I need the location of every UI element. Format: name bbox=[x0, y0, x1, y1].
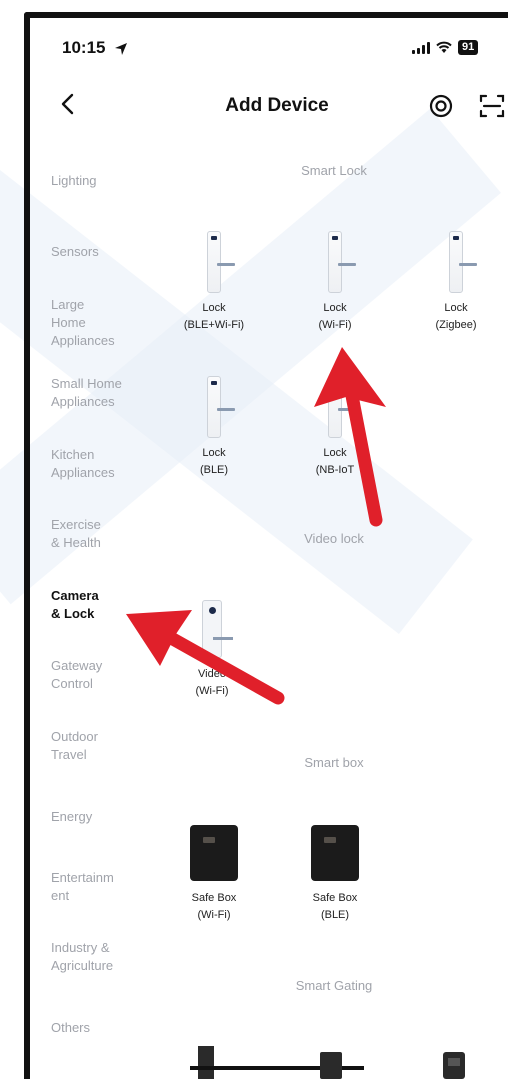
smart-lock-image bbox=[207, 376, 235, 438]
category-industry-agriculture[interactable]: Industry & Agriculture bbox=[51, 939, 113, 975]
section-title-smart-lock: Smart Lock bbox=[301, 163, 367, 178]
phone-frame-edge bbox=[24, 12, 30, 1079]
battery-indicator: 91 bbox=[458, 40, 479, 55]
device-label: Safe Box (BLE) bbox=[312, 892, 358, 921]
section-title-smart-box: Smart box bbox=[304, 755, 364, 770]
device-safe-box-ble[interactable]: Safe Box (BLE) bbox=[290, 825, 380, 924]
status-indicators: 91 bbox=[412, 40, 479, 55]
wifi-icon bbox=[436, 41, 452, 53]
phone-frame-edge bbox=[24, 12, 508, 18]
category-entertainment[interactable]: Entertainm ent bbox=[51, 869, 114, 905]
device-lock-ble[interactable]: Lock (BLE) bbox=[169, 376, 259, 479]
auto-scan-icon[interactable] bbox=[428, 93, 454, 119]
device-label: Lock (BLE+Wi-Fi) bbox=[183, 302, 245, 331]
category-others[interactable]: Others bbox=[51, 1019, 90, 1037]
category-outdoor-travel[interactable]: Outdoor Travel bbox=[51, 728, 98, 764]
gate-device-image[interactable] bbox=[186, 1044, 246, 1079]
location-arrow-icon bbox=[115, 43, 127, 55]
category-gateway-control[interactable]: Gateway Control bbox=[51, 657, 102, 693]
device-label: Lock (BLE) bbox=[199, 447, 229, 476]
category-energy[interactable]: Energy bbox=[51, 808, 92, 826]
safe-box-image bbox=[311, 825, 359, 881]
category-exercise-health[interactable]: Exercise & Health bbox=[51, 516, 101, 552]
annotation-arrow bbox=[126, 610, 285, 705]
annotation-arrow bbox=[314, 347, 386, 527]
device-lock-zigbee[interactable]: Lock (Zigbee) bbox=[411, 231, 501, 334]
category-lighting[interactable]: Lighting bbox=[51, 172, 97, 190]
category-large-home-appliances[interactable]: Large Home Appliances bbox=[51, 296, 115, 350]
category-camera-lock[interactable]: Camera & Lock bbox=[51, 587, 99, 623]
device-safe-box-wifi[interactable]: Safe Box (Wi-Fi) bbox=[169, 825, 259, 924]
gate-device-image[interactable] bbox=[246, 1044, 366, 1079]
status-time: 10:15 bbox=[62, 38, 106, 57]
section-title-smart-gating: Smart Gating bbox=[295, 978, 373, 993]
smart-lock-image bbox=[328, 231, 356, 293]
safe-box-image bbox=[190, 825, 238, 881]
device-label: Safe Box (Wi-Fi) bbox=[191, 892, 237, 921]
gate-device-image[interactable] bbox=[440, 1048, 470, 1079]
category-small-home-appliances[interactable]: Small Home Appliances bbox=[51, 375, 122, 411]
category-kitchen-appliances[interactable]: Kitchen Appliances bbox=[51, 446, 115, 482]
cellular-signal-icon bbox=[412, 41, 430, 54]
smart-lock-image bbox=[207, 231, 235, 293]
device-lock-ble-wifi[interactable]: Lock (BLE+Wi-Fi) bbox=[169, 231, 259, 334]
category-sensors[interactable]: Sensors bbox=[51, 243, 99, 261]
device-label: Lock (Wi-Fi) bbox=[318, 302, 352, 331]
qr-scan-icon[interactable] bbox=[478, 92, 506, 120]
device-lock-wifi[interactable]: Lock (Wi-Fi) bbox=[290, 231, 380, 334]
device-label: Lock (Zigbee) bbox=[435, 302, 477, 331]
smart-lock-image bbox=[449, 231, 477, 293]
